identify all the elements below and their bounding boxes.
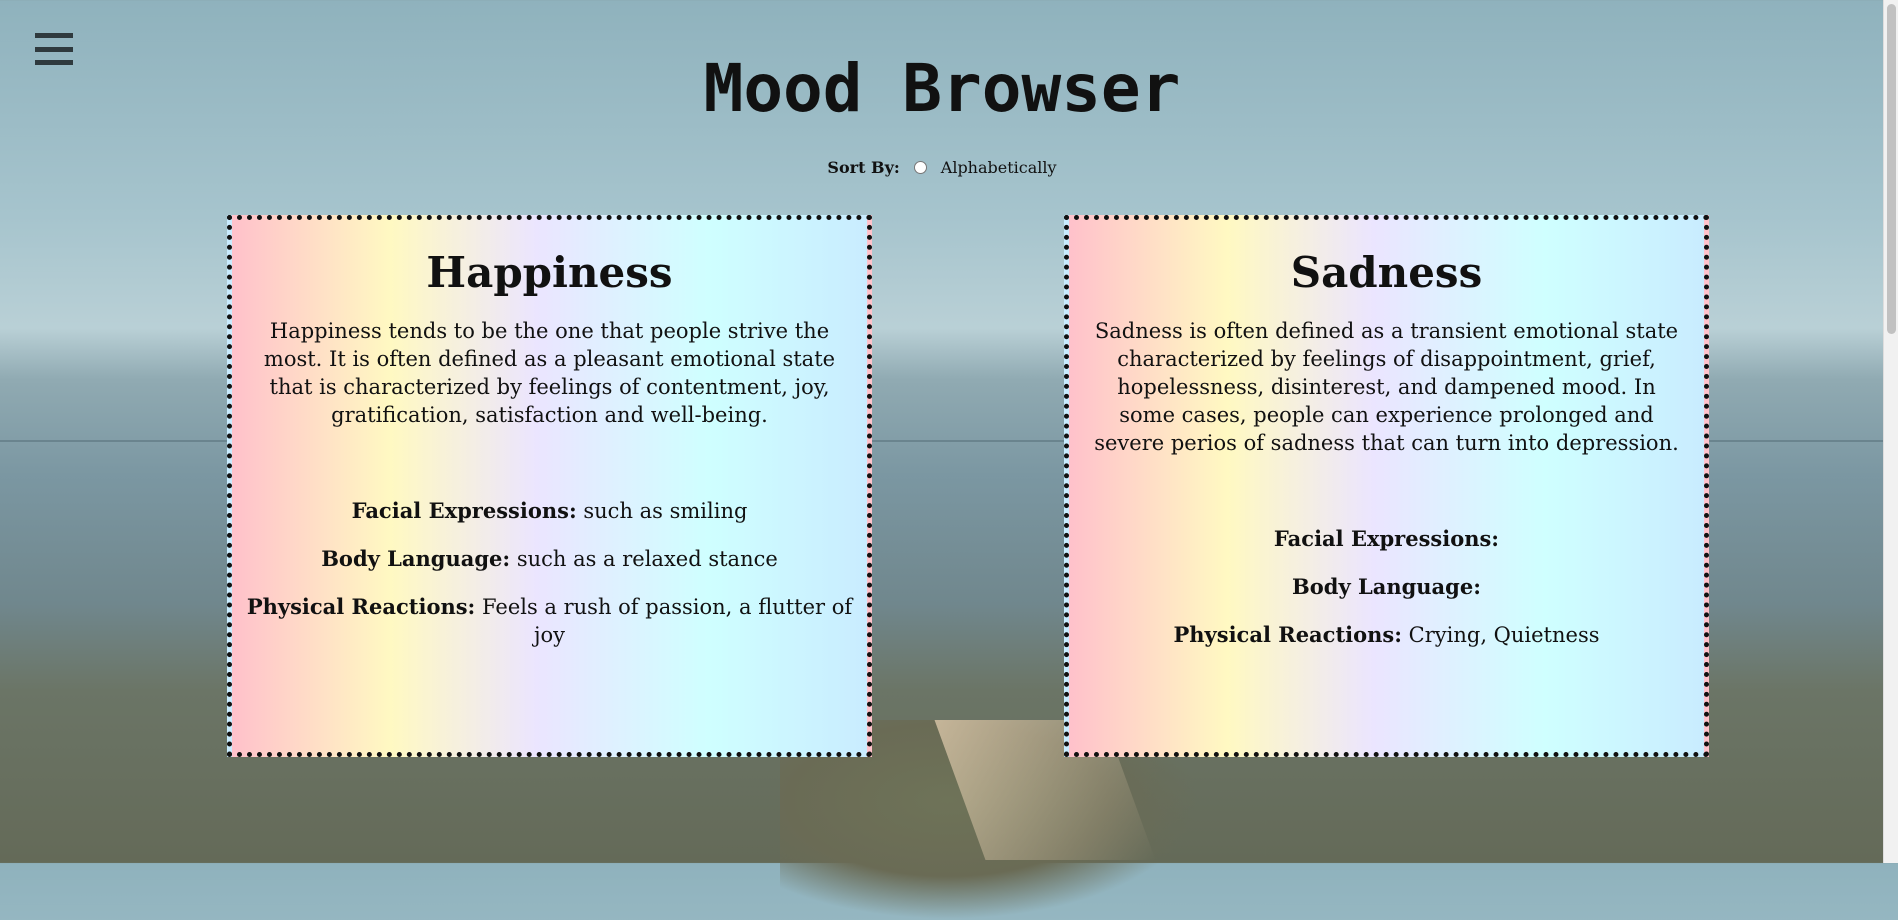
facial-expressions-label: Facial Expressions: (1273, 526, 1500, 551)
mood-title: Happiness (426, 248, 673, 297)
facial-expressions-value: such as smiling (576, 499, 748, 523)
facial-expressions: Facial Expressions: (1069, 525, 1704, 553)
vertical-scrollbar[interactable] (1883, 0, 1898, 863)
physical-reactions: Physical Reactions: Feels a rush of pass… (232, 593, 867, 649)
sort-alphabetically-radio[interactable] (913, 161, 927, 174)
mood-title: Sadness (1290, 248, 1483, 297)
sort-label: Sort By: (827, 158, 900, 177)
body-language-label: Body Language: (1292, 574, 1481, 599)
physical-reactions-value: Crying, Quietness (1401, 623, 1600, 647)
body-language-label: Body Language: (321, 546, 511, 571)
physical-reactions-value: Feels a rush of passion, a flutter of jo… (475, 595, 853, 647)
mood-attributes: Facial Expressions: such as smiling Body… (232, 497, 867, 649)
body-language: Body Language: (1069, 573, 1704, 601)
page-title: Mood Browser (703, 50, 1181, 127)
mood-description: Sadness is often defined as a transient … (1094, 319, 1679, 455)
facial-expressions-label: Facial Expressions: (351, 498, 577, 523)
mood-card-sadness: Sadness Sadness is often defined as a tr… (1064, 215, 1709, 757)
mood-card-happiness: Happiness Happiness tends to be the one … (227, 215, 872, 757)
facial-expressions: Facial Expressions: such as smiling (232, 497, 867, 525)
body-language: Body Language: such as a relaxed stance (232, 545, 867, 573)
body-language-value: such as a relaxed stance (510, 547, 778, 571)
sort-controls: Sort By: Alphabetically (0, 158, 1884, 177)
menu-bar (35, 33, 73, 38)
mood-description: Happiness tends to be the one that peopl… (263, 319, 836, 427)
physical-reactions: Physical Reactions: Crying, Quietness (1069, 621, 1704, 649)
sort-option-label[interactable]: Alphabetically (941, 158, 1057, 177)
mood-attributes: Facial Expressions: Body Language: Physi… (1069, 525, 1704, 649)
physical-reactions-label: Physical Reactions: (1173, 622, 1402, 647)
physical-reactions-label: Physical Reactions: (246, 594, 476, 619)
scrollbar-thumb[interactable] (1887, 4, 1896, 334)
